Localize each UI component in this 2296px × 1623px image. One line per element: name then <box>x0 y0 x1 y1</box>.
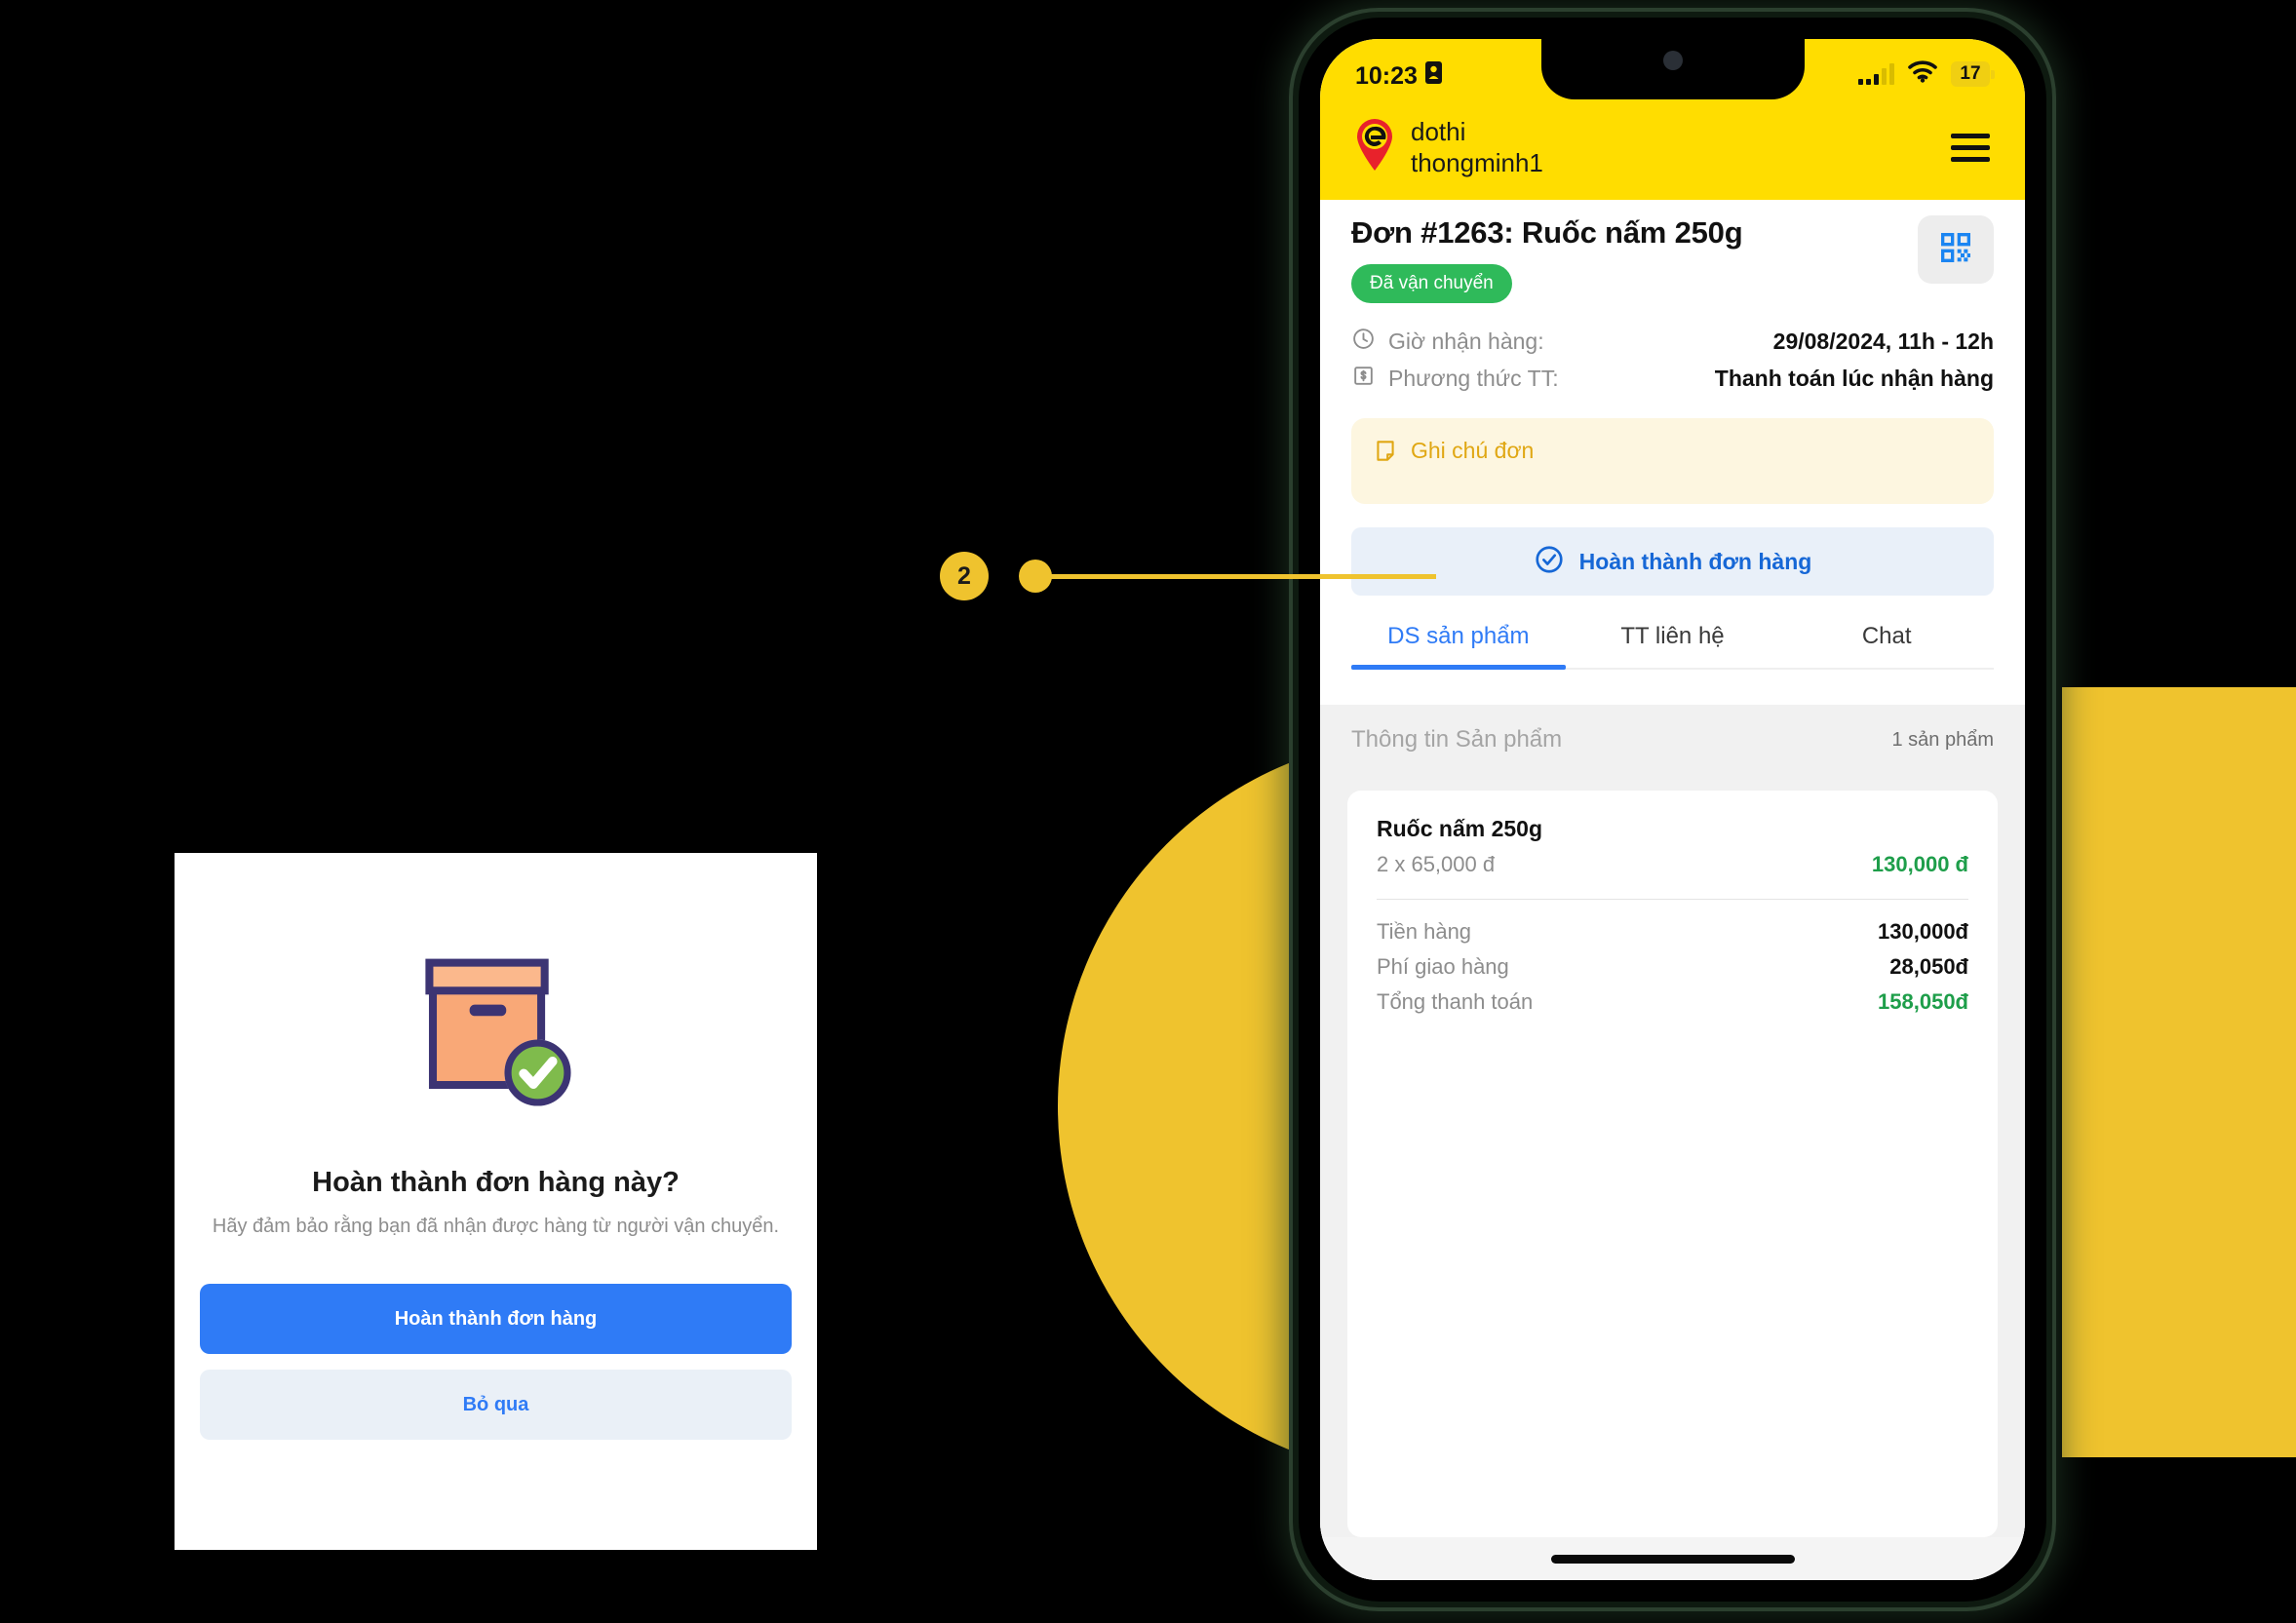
status-bar-right: 17 <box>1858 60 1995 88</box>
product-quantity-price: 2 x 65,000 đ <box>1377 852 1496 877</box>
callout-step-badge: 2 <box>940 552 989 600</box>
hamburger-menu-icon[interactable] <box>1951 134 1990 163</box>
product-card: Ruốc nấm 250g 2 x 65,000 đ 130,000 đ Tiề… <box>1347 791 1998 1537</box>
home-indicator[interactable] <box>1550 1554 1795 1564</box>
order-meta-value: Thanh toán lúc nhận hàng <box>1714 365 1994 391</box>
brand-line-1: dothi <box>1411 117 1466 146</box>
dialog-subtitle: Hãy đảm bảo rằng bạn đã nhận được hàng t… <box>212 1216 780 1237</box>
order-meta-list: Giờ nhận hàng: 29/08/2024, 11h - 12h Phư… <box>1351 327 1994 393</box>
order-meta-row: Phương thức TT: Thanh toán lúc nhận hàng <box>1351 364 1994 393</box>
product-price-row: 2 x 65,000 đ 130,000 đ <box>1377 852 1968 877</box>
complete-order-label: Hoàn thành đơn hàng <box>1578 548 1812 574</box>
status-badge: Đã vận chuyển <box>1351 264 1512 304</box>
summary-label: Tổng thanh toán <box>1377 989 1534 1015</box>
tab-products[interactable]: DS sản phẩm <box>1351 623 1566 671</box>
order-note-box[interactable]: Ghi chú đơn <box>1351 418 1994 505</box>
summary-label: Tiền hàng <box>1377 919 1472 945</box>
confirmation-dialog: Hoàn thành đơn hàng này? Hãy đảm bảo rằn… <box>175 853 817 1550</box>
skip-button[interactable]: Bỏ qua <box>200 1370 792 1440</box>
signal-bars-icon <box>1858 63 1894 85</box>
check-circle-icon <box>1534 544 1565 580</box>
brand-block: dothi thongminh1 <box>1353 117 1543 178</box>
summary-label: Phí giao hàng <box>1377 954 1509 980</box>
product-section-title: Thông tin Sản phẩm <box>1351 726 1563 754</box>
dialog-actions: Hoàn thành đơn hàng Bỏ qua <box>175 1284 817 1440</box>
summary-value: 28,050đ <box>1889 954 1968 980</box>
callout-anchor-dot <box>1019 560 1052 593</box>
app-body: Đơn #1263: Ruốc nấm 250g Đã vận chuyển G… <box>1320 200 2025 1580</box>
complete-order-button[interactable]: Hoàn thành đơn hàng <box>1351 527 1994 597</box>
order-title: Đơn #1263: Ruốc nấm 250g <box>1351 215 1743 251</box>
brand-text: dothi thongminh1 <box>1411 117 1543 178</box>
battery-indicator: 17 <box>1951 61 1995 87</box>
confirm-complete-order-button[interactable]: Hoàn thành đơn hàng <box>200 1284 792 1354</box>
decorative-yellow-rectangle <box>2062 687 2296 1457</box>
order-header-row: Đơn #1263: Ruốc nấm 250g Đã vận chuyển <box>1351 215 1994 304</box>
money-bill-icon <box>1351 364 1376 393</box>
screen-record-icon <box>1424 60 1443 92</box>
product-list: Ruốc nấm 250g 2 x 65,000 đ 130,000 đ Tiề… <box>1320 775 2025 1537</box>
summary-value-total: 158,050đ <box>1878 989 1968 1015</box>
home-indicator-area <box>1320 1537 2025 1580</box>
map-pin-logo-icon <box>1353 118 1396 177</box>
tab-bar: DS sản phẩm TT liên hệ Chat <box>1351 623 1994 671</box>
summary-row: Tổng thanh toán 158,050đ <box>1377 989 1968 1015</box>
tab-contact-info[interactable]: TT liên hệ <box>1566 623 1780 668</box>
order-note-label: Ghi chú đơn <box>1411 438 1535 464</box>
phone-notch <box>1540 39 1805 99</box>
order-meta-label: Phương thức TT: <box>1388 365 1559 391</box>
phone-screen: 10:23 17 dothi thongminh1 Đơn #1263: Ruố… <box>1320 39 2025 1580</box>
phone-mockup: 10:23 17 dothi thongminh1 Đơn #1263: Ruố… <box>1289 8 2056 1611</box>
clock-icon <box>1351 327 1376 356</box>
product-name: Ruốc nấm 250g <box>1377 816 1542 842</box>
front-camera-icon <box>1662 51 1683 70</box>
tab-chat[interactable]: Chat <box>1779 623 1994 668</box>
wifi-icon <box>1908 60 1937 88</box>
status-bar-time: 10:23 <box>1355 61 1418 90</box>
app-header: dothi thongminh1 <box>1320 111 2025 201</box>
product-count: 1 sản phẩm <box>1891 728 1994 751</box>
order-header-left: Đơn #1263: Ruốc nấm 250g Đã vận chuyển <box>1351 215 1743 304</box>
note-icon <box>1373 438 1398 469</box>
order-meta-label: Giờ nhận hàng: <box>1388 328 1544 354</box>
qr-code-icon <box>1936 228 1975 272</box>
package-check-icon <box>391 926 601 1140</box>
summary-value: 130,000đ <box>1878 919 1968 945</box>
card-divider <box>1377 899 1968 901</box>
summary-row: Tiền hàng 130,000đ <box>1377 919 1968 945</box>
dialog-title: Hoàn thành đơn hàng này? <box>312 1167 680 1198</box>
status-bar: 10:23 17 <box>1320 39 2025 111</box>
callout-connector-line <box>1036 574 1436 579</box>
brand-line-2: thongminh1 <box>1411 147 1543 177</box>
summary-row: Phí giao hàng 28,050đ <box>1377 954 1968 980</box>
order-meta-value: 29/08/2024, 11h - 12h <box>1772 328 1994 354</box>
order-summary-block: Đơn #1263: Ruốc nấm 250g Đã vận chuyển G… <box>1320 200 2025 401</box>
order-meta-row: Giờ nhận hàng: 29/08/2024, 11h - 12h <box>1351 327 1994 356</box>
qr-code-button[interactable] <box>1918 215 1994 285</box>
product-amount: 130,000 đ <box>1871 852 1968 877</box>
dialog-illustration <box>175 853 817 1175</box>
status-bar-left: 10:23 <box>1355 60 1443 92</box>
product-section-header: Thông tin Sản phẩm 1 sản phẩm <box>1320 705 2025 776</box>
